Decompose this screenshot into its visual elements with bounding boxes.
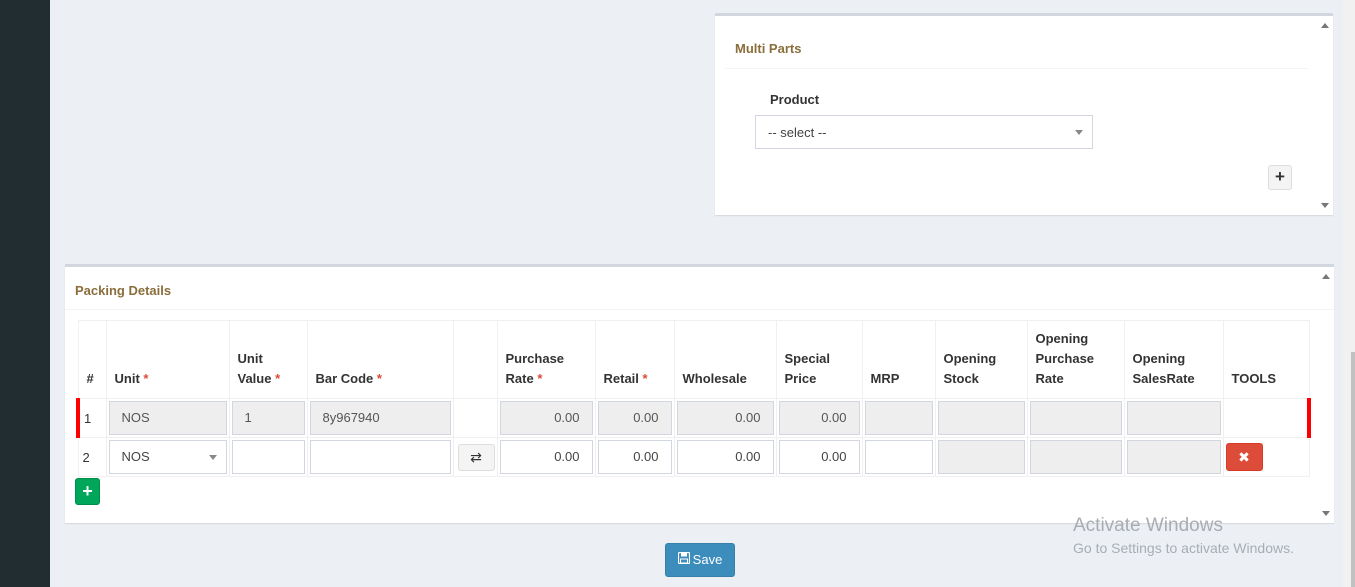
unit-select-value: NOS [121,449,150,464]
opening-purchase-rate-field [1029,440,1122,474]
column-header-opening-purchase-rate: Opening Purchase Rate [1026,320,1125,399]
close-icon: ✖ [1238,449,1250,465]
unit-value-field: 1 [231,401,305,435]
column-header-index: # [77,320,107,399]
windows-activation-watermark: Activate Windows Go to Settings to activ… [1073,515,1294,556]
scroll-down-icon[interactable] [1321,203,1329,208]
mrp-field [864,401,933,435]
packing-details-panel: Packing Details # Unit * Unit Value * Ba… [65,264,1334,523]
row-index: 1 [76,398,107,438]
app-sidebar [0,0,50,587]
column-header-unit-value: Unit Value * [228,320,308,399]
add-row-button[interactable]: + [75,478,100,505]
opening-purchase-rate-field [1029,401,1122,435]
mrp-input[interactable] [864,440,933,474]
opening-sales-rate-field [1126,440,1221,474]
packing-table: # Unit * Unit Value * Bar Code * Purchas… [76,320,1311,477]
packing-scrollbar[interactable] [1318,267,1334,523]
bar-code-field: 8y967940 [309,401,451,435]
special-price-input[interactable]: 0.00 [778,440,860,474]
table-header-row: # Unit * Unit Value * Bar Code * Purchas… [77,320,1310,399]
page-scrollbar[interactable] [1343,0,1355,587]
chevron-down-icon [1075,130,1083,135]
column-header-bar-code: Bar Code * [306,320,454,399]
scroll-down-icon[interactable] [1322,511,1330,516]
product-select[interactable]: -- select -- [755,115,1093,149]
column-header-unit: Unit * [105,320,230,399]
product-select-value: -- select -- [768,125,827,140]
required-mark: * [376,371,382,386]
chevron-down-icon [208,455,217,460]
delete-row-button[interactable]: ✖ [1225,443,1263,471]
column-header-mrp: MRP [861,320,936,399]
add-product-button[interactable]: + [1268,165,1292,190]
swap-icon: ⇄ [470,448,482,465]
save-label: Save [692,552,723,567]
floppy-disk-icon [677,544,690,576]
column-header-special-price: Special Price [775,320,863,399]
retail-input[interactable]: 0.00 [597,440,672,474]
table-row: 1 NOS 1 8y967940 0.00 0.00 0.00 0.00 [76,398,1311,438]
multi-parts-title: Multi Parts [735,41,802,56]
required-mark: * [642,371,648,386]
tools-cell [1222,398,1311,438]
row-index: 2 [77,437,107,477]
unit-value-input[interactable] [231,440,305,474]
scroll-up-icon[interactable] [1322,274,1330,279]
special-price-field: 0.00 [778,401,860,435]
divider [725,68,1308,69]
required-mark: * [275,371,281,386]
wholesale-input[interactable]: 0.00 [676,440,774,474]
divider [65,309,1334,310]
opening-stock-field [937,440,1025,474]
opening-sales-rate-field [1126,401,1221,435]
save-button[interactable]: Save [665,543,735,577]
watermark-subtitle: Go to Settings to activate Windows. [1073,540,1294,556]
multi-parts-scrollbar[interactable] [1317,16,1333,215]
unit-select[interactable]: NOS [108,440,227,474]
multi-parts-panel: Multi Parts Product -- select -- + [715,13,1333,215]
retail-field: 0.00 [597,401,672,435]
column-header-wholesale: Wholesale [673,320,777,399]
packing-details-title: Packing Details [75,283,172,298]
unit-field: NOS [108,401,227,435]
column-header-blank [452,320,498,399]
opening-stock-field [937,401,1025,435]
wholesale-field: 0.00 [676,401,774,435]
page-scrollbar-thumb[interactable] [1351,352,1355,587]
required-mark: * [143,371,149,386]
column-header-opening-sales-rate: Opening SalesRate [1123,320,1224,399]
column-header-purchase-rate: Purchase Rate * [496,320,596,399]
column-header-opening-stock: Opening Stock [934,320,1028,399]
column-header-tools: TOOLS [1222,320,1310,399]
product-label: Product [770,92,820,107]
purchase-rate-field: 0.00 [499,401,593,435]
watermark-title: Activate Windows [1073,515,1223,536]
required-mark: * [537,371,543,386]
column-header-retail: Retail * [594,320,675,399]
empty-cell [452,398,498,438]
purchase-rate-input[interactable]: 0.00 [499,440,593,474]
table-row: 2 NOS ⇄ 0.00 0.00 0.00 0.00 ✖ [77,437,1310,477]
generate-barcode-button[interactable]: ⇄ [457,443,495,471]
bar-code-input[interactable] [309,440,451,474]
scroll-up-icon[interactable] [1321,23,1329,28]
